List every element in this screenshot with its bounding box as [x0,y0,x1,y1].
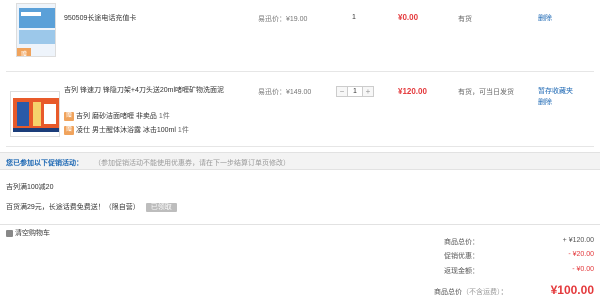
decrease-button[interactable]: − [337,87,347,96]
grand-label-colon: ： [500,289,508,296]
gift-name-link[interactable]: 吉列 磨砂洁面啫喱 非卖品 [76,113,157,120]
save-to-favorites-link[interactable]: 暂存收藏夹 [538,87,573,97]
delete-link[interactable]: 删除 [538,14,552,24]
gift-count: 1件 [177,127,189,134]
cart-actions: 清空购物车 [0,224,600,237]
summary-value: - ¥20.00 [568,251,594,258]
grand-label-note: （不含运费） [462,289,501,296]
increase-button[interactable]: + [363,87,373,96]
delete-link[interactable]: 删除 [538,98,552,108]
grand-total-value: ¥100.00 [550,283,594,297]
promo-note: （参加促销活动不能使用优惠券，请在下一步结算订单页修改） [94,160,290,167]
thumb-tag: 赠 [21,50,27,57]
promo-item: 吉列满100减20 [6,182,53,192]
grand-label-text: 商品总价 [434,289,462,296]
summary-value: + ¥120.00 [562,237,594,244]
unit-price: 易迅价：¥149.00 [258,89,312,96]
promo-item: 百货满29元，长途话费免费送！（限自营） 已领取 [6,202,177,212]
cart-item-row: 赠 950509长途电话充值卡 易迅价：¥19.00 1 ¥0.00 有货 删除 [6,0,594,72]
stock-status: 有货，可当日发货 [458,89,514,96]
gift-count: 1件 [158,113,170,120]
summary-row: 促销优惠： - ¥20.00 [444,251,594,261]
promo-text: 百货满29元，长途话费免费送！（限自营） [6,204,140,211]
promo-title: 您已参加以下促销活动： [6,160,83,167]
promo-text: 吉列满100减20 [6,184,54,191]
product-thumbnail[interactable]: 赠 [16,3,56,57]
summary-label: 商品总价： [444,239,479,246]
claimed-badge: 已领取 [145,203,177,212]
summary-label: 促销优惠： [444,253,479,260]
razor-set-image [11,92,59,136]
trash-icon [6,229,13,237]
summary-row: 商品总价： + ¥120.00 [444,237,594,247]
gift-tag: 赠 [64,111,74,121]
stock-status: 有货 [458,16,472,23]
unit-price: 易迅价：¥19.00 [258,16,308,23]
clear-cart-label: 清空购物车 [15,230,50,237]
promo-header: 您已参加以下促销活动： （参加促销活动不能使用优惠券，请在下一步结算订单页修改） [0,152,600,170]
quantity-value: 1 [352,14,356,21]
item-total: ¥120.00 [398,87,427,96]
item-total: ¥0.00 [398,13,419,22]
gift-item: 赠吉列 磨砂洁面啫喱 非卖品 1件 [64,111,170,121]
product-thumbnail[interactable] [10,91,60,137]
grand-total-row: 商品总价（不含运费）： ¥100.00 [434,283,594,297]
cart-item-row: 吉列 锋速刀 锋隐刀架+4刀头送20ml啫喱矿物洗面泥 赠吉列 磨砂洁面啫喱 非… [6,73,594,147]
gift-name-link[interactable]: 凌仕 男士醒体沐浴露 冰击100ml [76,127,176,134]
summary-value: - ¥0.00 [572,266,594,273]
summary-row: 返现金额： - ¥0.00 [444,266,594,276]
gift-item: 赠凌仕 男士醒体沐浴露 冰击100ml 1件 [64,125,189,135]
product-name-link[interactable]: 950509长途电话充值卡 [64,14,136,24]
quantity-input[interactable]: 1 [347,87,363,96]
product-name-link[interactable]: 吉列 锋速刀 锋隐刀架+4刀头送20ml啫喱矿物洗面泥 [64,86,229,96]
quantity-stepper: − 1 + [336,86,374,97]
phone-card-image: 赠 [17,4,55,57]
clear-cart-button[interactable]: 清空购物车 [6,228,50,238]
gift-tag: 赠 [64,125,74,135]
summary-label: 返现金额： [444,268,479,275]
grand-total-label: 商品总价（不含运费）： [434,287,508,297]
